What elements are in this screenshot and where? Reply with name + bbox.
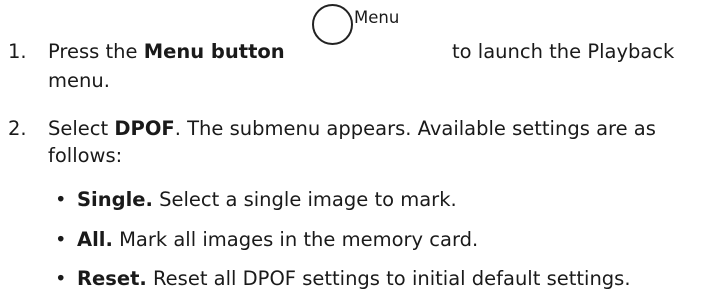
setting-desc: Mark all images in the memory card.: [112, 228, 479, 251]
bullet: •: [55, 188, 67, 211]
setting-desc: Select a single image to mark.: [152, 188, 457, 211]
setting-item-single: • Single. Select a single image to mark.: [55, 189, 457, 211]
dpof-label: DPOF: [114, 117, 175, 140]
step-2-text: Select DPOF. The submenu appears. Availa…: [48, 118, 656, 140]
setting-desc: Reset all DPOF settings to initial defau…: [146, 267, 631, 290]
menu-button-icon: Menu: [312, 4, 436, 64]
document: 1. Press the Menu button Menu to launch …: [0, 0, 708, 296]
bullet: •: [55, 228, 67, 251]
setting-term: Reset.: [77, 267, 147, 290]
step-2-pre: Select: [48, 117, 115, 140]
setting-item-all: • All. Mark all images in the memory card…: [55, 229, 478, 251]
setting-term: All.: [77, 228, 113, 251]
menu-icon-label: Menu: [354, 8, 400, 27]
circle-button-icon: [312, 4, 353, 45]
step-1-pre: Press the: [48, 40, 144, 63]
step-1-number: 1.: [8, 40, 27, 63]
step-1-text: Press the Menu button: [48, 41, 285, 63]
step-2-continuation: follows:: [48, 144, 123, 167]
step-1-continuation: menu.: [48, 69, 110, 92]
step-2-number: 2.: [8, 117, 27, 140]
setting-item-reset: • Reset. Reset all DPOF settings to initi…: [55, 268, 631, 290]
setting-term: Single.: [77, 188, 153, 211]
step-1-post: to launch the Playback: [452, 40, 675, 63]
menu-button-label: Menu button: [143, 40, 285, 63]
step-2-post: . The submenu appears. Available setting…: [174, 117, 656, 140]
bullet: •: [55, 267, 67, 290]
